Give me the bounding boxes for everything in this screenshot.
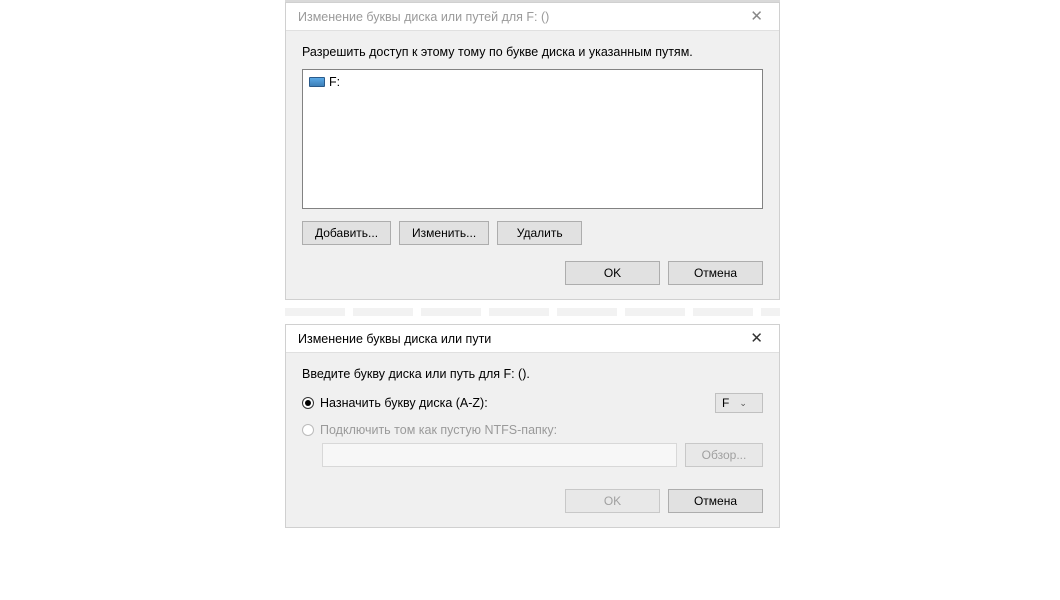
dialog1-instruction: Разрешить доступ к этому тому по букве д…: [302, 45, 763, 59]
ok-button[interactable]: OK: [565, 261, 660, 285]
close-icon[interactable]: ✕: [746, 9, 767, 24]
change-button[interactable]: Изменить...: [399, 221, 489, 245]
list-item-label: F:: [329, 75, 340, 89]
add-button[interactable]: Добавить...: [302, 221, 391, 245]
browse-button: Обзор...: [685, 443, 763, 467]
mount-ntfs-radio[interactable]: [302, 424, 314, 436]
dialog2-prompt: Введите букву диска или путь для F: ().: [302, 367, 763, 381]
dialog2-footer: OK Отмена: [302, 489, 763, 513]
dialog2-title: Изменение буквы диска или пути: [298, 332, 491, 346]
chevron-down-icon: ⌄: [739, 398, 747, 409]
ntfs-path-input: [322, 443, 677, 467]
mount-ntfs-label: Подключить том как пустую NTFS-папку:: [320, 423, 557, 437]
change-drive-letter-dialog: Изменение буквы диска или путей для F: (…: [285, 2, 780, 300]
cancel-button[interactable]: Отмена: [668, 489, 763, 513]
list-item[interactable]: F:: [307, 74, 758, 90]
close-icon[interactable]: ✕: [746, 331, 767, 346]
ntfs-path-row: Обзор...: [322, 443, 763, 467]
drive-paths-listbox[interactable]: F:: [302, 69, 763, 209]
remove-button[interactable]: Удалить: [497, 221, 582, 245]
dropdown-value: F: [722, 396, 729, 410]
ok-button: OK: [565, 489, 660, 513]
change-drive-letter-path-dialog: Изменение буквы диска или пути ✕ Введите…: [285, 324, 780, 528]
assign-letter-radio[interactable]: [302, 397, 314, 409]
dialog1-footer: OK Отмена: [302, 261, 763, 285]
action-button-row: Добавить... Изменить... Удалить: [302, 221, 763, 245]
cancel-button[interactable]: Отмена: [668, 261, 763, 285]
assign-letter-row: Назначить букву диска (A-Z): F ⌄: [302, 393, 763, 413]
dialog2-titlebar: Изменение буквы диска или пути ✕: [286, 325, 779, 353]
drive-letter-dropdown[interactable]: F ⌄: [715, 393, 763, 413]
assign-letter-label: Назначить букву диска (A-Z):: [320, 396, 488, 410]
dialog1-title: Изменение буквы диска или путей для F: (…: [298, 10, 549, 24]
drive-icon: [309, 77, 325, 87]
background-separator: [285, 300, 780, 324]
dialog1-titlebar: Изменение буквы диска или путей для F: (…: [286, 3, 779, 31]
